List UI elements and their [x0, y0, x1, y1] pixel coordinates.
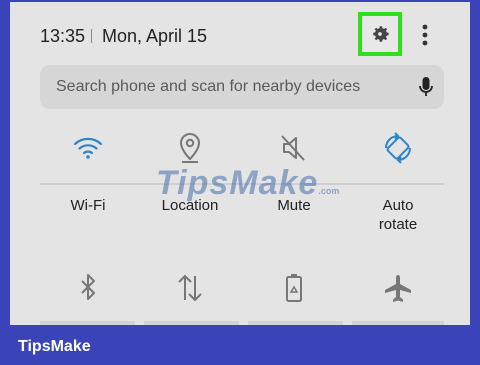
more-options-button[interactable]: [412, 20, 438, 50]
status-separator: [91, 29, 92, 43]
data-transfer-icon: [178, 274, 202, 302]
row-divider-bottom: [352, 321, 444, 325]
location-pin-icon: [179, 132, 201, 163]
wifi-icon: [73, 137, 103, 159]
airplane-icon: [385, 275, 411, 302]
brand-logo: TipsMake: [18, 338, 91, 355]
gear-icon: [373, 26, 389, 42]
search-bar[interactable]: Search phone and scan for nearby devices: [40, 65, 444, 109]
status-row: 13:35 Mon, April 15: [10, 2, 470, 66]
clock: 13:35: [40, 26, 86, 46]
settings-button[interactable]: [358, 12, 402, 56]
row-divider-bottom: [144, 321, 239, 325]
row-divider-bottom: [248, 321, 343, 325]
watermark: TipsMake.com: [156, 164, 339, 203]
date: Mon, April 15: [102, 26, 208, 46]
search-placeholder: Search phone and scan for nearby devices: [56, 78, 361, 95]
microphone-icon[interactable]: [416, 75, 436, 99]
tile-label: Auto rotate: [378, 197, 418, 233]
auto-rotate-icon: [385, 132, 411, 164]
quick-panel: 13:35 Mon, April 15 Search phone and sca…: [10, 2, 470, 325]
tile-label: Wi-Fi: [70, 197, 106, 214]
battery-saver-icon: [286, 274, 302, 302]
mute-icon: [281, 135, 305, 161]
more-vert-icon: [422, 24, 428, 46]
watermark-text: TipsMake: [156, 164, 319, 202]
watermark-suffix: .com: [318, 186, 340, 196]
bluetooth-icon: [81, 274, 95, 300]
row-divider-bottom: [40, 321, 135, 325]
